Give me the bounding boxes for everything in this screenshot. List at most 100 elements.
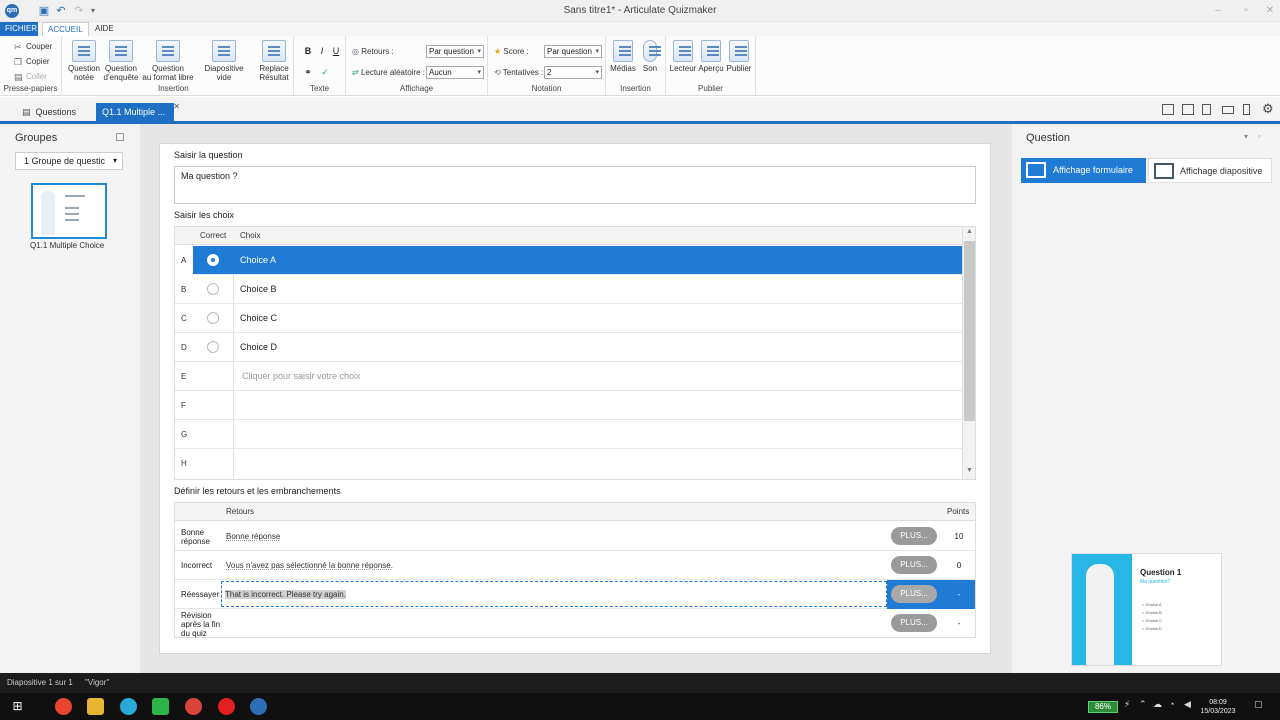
choice-text[interactable]: Choice D — [240, 342, 277, 352]
feedback-row-incorrect[interactable]: Incorrect Vous n'avez pas sélectionné la… — [175, 551, 975, 580]
choices-scrollbar[interactable]: ▲ ▼ — [962, 227, 975, 479]
close-tab-icon[interactable]: ✕ — [173, 97, 180, 116]
feedback-row-review[interactable]: Révision après la fin du quiz PLUS... - — [175, 609, 975, 638]
paste-button[interactable]: ▤ Coller — [14, 72, 47, 82]
choice-row-d[interactable]: D Choice D — [175, 333, 963, 362]
choice-row-e[interactable]: E Cliquer pour saisir votre choix — [175, 362, 963, 391]
slide-view-button[interactable]: Affichage diapositive — [1148, 158, 1272, 183]
bold-button[interactable]: B — [302, 45, 314, 57]
scroll-up-icon[interactable]: ▲ — [963, 228, 976, 235]
more-button[interactable]: PLUS... — [891, 585, 937, 603]
choice-row-g[interactable]: G — [175, 420, 963, 449]
publish-button[interactable]: Publier — [724, 40, 754, 73]
choice-row-f[interactable]: F — [175, 391, 963, 420]
close-icon[interactable]: ✕ — [1260, 4, 1280, 18]
volume-icon[interactable]: ◀ — [1184, 699, 1191, 710]
windows-start-icon[interactable]: ⊞ — [9, 698, 26, 715]
feedback-select[interactable]: Par question — [426, 45, 484, 58]
choice-row-c[interactable]: C Choice C — [175, 304, 963, 333]
choice-text[interactable]: Choice C — [240, 313, 277, 323]
graded-question-button[interactable]: Question notée — [66, 40, 102, 82]
onedrive-icon[interactable]: ☁ — [1153, 699, 1162, 710]
spellcheck-icon[interactable]: ✓ — [319, 66, 331, 78]
more-button[interactable]: PLUS... — [891, 556, 937, 574]
freeform-question-button[interactable]: Question au format libre — [142, 40, 194, 82]
link-icon[interactable]: ⚭ — [302, 66, 314, 78]
feedback-row-correct[interactable]: Bonne réponse Bonne réponse PLUS... 10 — [175, 522, 975, 551]
correct-radio[interactable] — [207, 254, 219, 266]
layout-wide-icon[interactable] — [1182, 104, 1194, 115]
minimize-icon[interactable]: – — [1208, 4, 1228, 18]
text-group: B I U ⚭ ✓ Texte — [294, 36, 346, 96]
feedback-text[interactable]: Vous n'avez pas sélectionné la bonne rép… — [226, 561, 393, 570]
choice-text[interactable]: Choice A — [240, 255, 276, 265]
record-icon[interactable] — [218, 698, 235, 715]
layout-normal-icon[interactable] — [1162, 104, 1174, 115]
quizmaker-taskbar-icon[interactable] — [250, 698, 267, 715]
correct-radio[interactable] — [207, 283, 219, 295]
sound-button[interactable]: Son — [638, 40, 662, 73]
battery-indicator[interactable]: 86% — [1088, 701, 1118, 713]
search-app-icon[interactable] — [120, 698, 137, 715]
tab-home[interactable]: ACCUEIL — [42, 22, 89, 36]
feedback-text[interactable]: That is incorrect. Please try again. — [225, 590, 346, 599]
tab-questions[interactable]: ▤ Questions — [16, 103, 82, 124]
replace-result-button[interactable]: Replace Résultat — [254, 40, 294, 82]
points-value[interactable]: 0 — [945, 561, 973, 570]
choice-row-h[interactable]: H — [175, 449, 963, 478]
feedback-row-try-again[interactable]: Réessayer That is incorrect. Please try … — [175, 580, 975, 609]
tab-current-slide[interactable]: Q1.1 Multiple ... ✕ — [96, 102, 180, 124]
panel-pin-icon[interactable] — [116, 133, 124, 141]
tab-file[interactable]: FICHIER — [0, 22, 38, 36]
choice-text[interactable]: Choice B — [240, 284, 277, 294]
correct-radio[interactable] — [207, 341, 219, 353]
blank-slide-button[interactable]: Diapositive vide — [196, 40, 252, 82]
more-button[interactable]: PLUS... — [891, 527, 937, 545]
choice-row-b[interactable]: B Choice B — [175, 275, 963, 304]
panel-menu-icon[interactable]: ▾ — [1244, 132, 1248, 141]
cut-button[interactable]: ✂ Couper — [14, 42, 52, 52]
scroll-down-icon[interactable]: ▼ — [963, 467, 976, 474]
power-plug-icon[interactable]: ⚡ — [1124, 699, 1130, 710]
copy-button[interactable]: ❐ Copier — [14, 57, 50, 67]
media-button[interactable]: Médias — [608, 40, 638, 73]
underline-button[interactable]: U — [330, 45, 342, 57]
tab-help[interactable]: AIDE — [90, 22, 119, 36]
survey-question-button[interactable]: Question d'enquête — [102, 40, 140, 82]
chrome-icon[interactable] — [55, 698, 72, 715]
correct-radio[interactable] — [207, 312, 219, 324]
slide-preview[interactable]: Question 1 Ma question? Choice A Choice … — [1071, 553, 1222, 666]
form-view-button[interactable]: Affichage formulaire — [1021, 158, 1146, 183]
question-input[interactable]: Ma question ? — [174, 166, 976, 204]
choice-row-a[interactable]: A Choice A — [175, 246, 963, 275]
points-value[interactable]: - — [945, 619, 973, 628]
layout-tall-icon[interactable] — [1202, 104, 1211, 115]
feedback-text[interactable]: Bonne réponse — [226, 532, 280, 541]
layout-landscape-icon[interactable] — [1222, 106, 1234, 114]
slide-thumbnail[interactable] — [31, 183, 107, 239]
score-select[interactable]: Par question — [544, 45, 602, 58]
camtasia-icon[interactable] — [152, 698, 169, 715]
scrollbar-thumb[interactable] — [964, 241, 975, 421]
maximize-icon[interactable]: ▫ — [1236, 4, 1256, 18]
preview-button[interactable]: Aperçu — [696, 40, 726, 73]
clock[interactable]: 08:09 15/03/2023 — [1198, 698, 1238, 716]
italic-button[interactable]: I — [316, 45, 328, 57]
choice-placeholder[interactable]: Cliquer pour saisir votre choix — [242, 371, 361, 381]
attempts-select[interactable]: 2 — [544, 66, 602, 79]
chrome-profile-icon[interactable] — [185, 698, 202, 715]
layout-mobile-icon[interactable] — [1243, 104, 1250, 115]
group-select[interactable]: 1 Groupe de questic — [15, 152, 123, 170]
wifi-icon[interactable]: ◔ — [1169, 699, 1174, 709]
points-value[interactable]: - — [945, 590, 973, 599]
score-label: ★ Score : — [494, 47, 529, 56]
tray-chevron-icon[interactable]: ⌃ — [1139, 699, 1147, 710]
more-button[interactable]: PLUS... — [891, 614, 937, 632]
player-button[interactable]: Lecteur — [668, 40, 698, 73]
notifications-icon[interactable]: ▢ — [1254, 699, 1263, 710]
settings-gear-icon[interactable]: ⚙ — [1262, 101, 1274, 117]
panel-pin-icon[interactable]: ▫ — [1258, 132, 1261, 141]
points-value[interactable]: 10 — [945, 532, 973, 541]
file-explorer-icon[interactable] — [87, 698, 104, 715]
shuffle-select[interactable]: Aucun — [426, 66, 484, 79]
